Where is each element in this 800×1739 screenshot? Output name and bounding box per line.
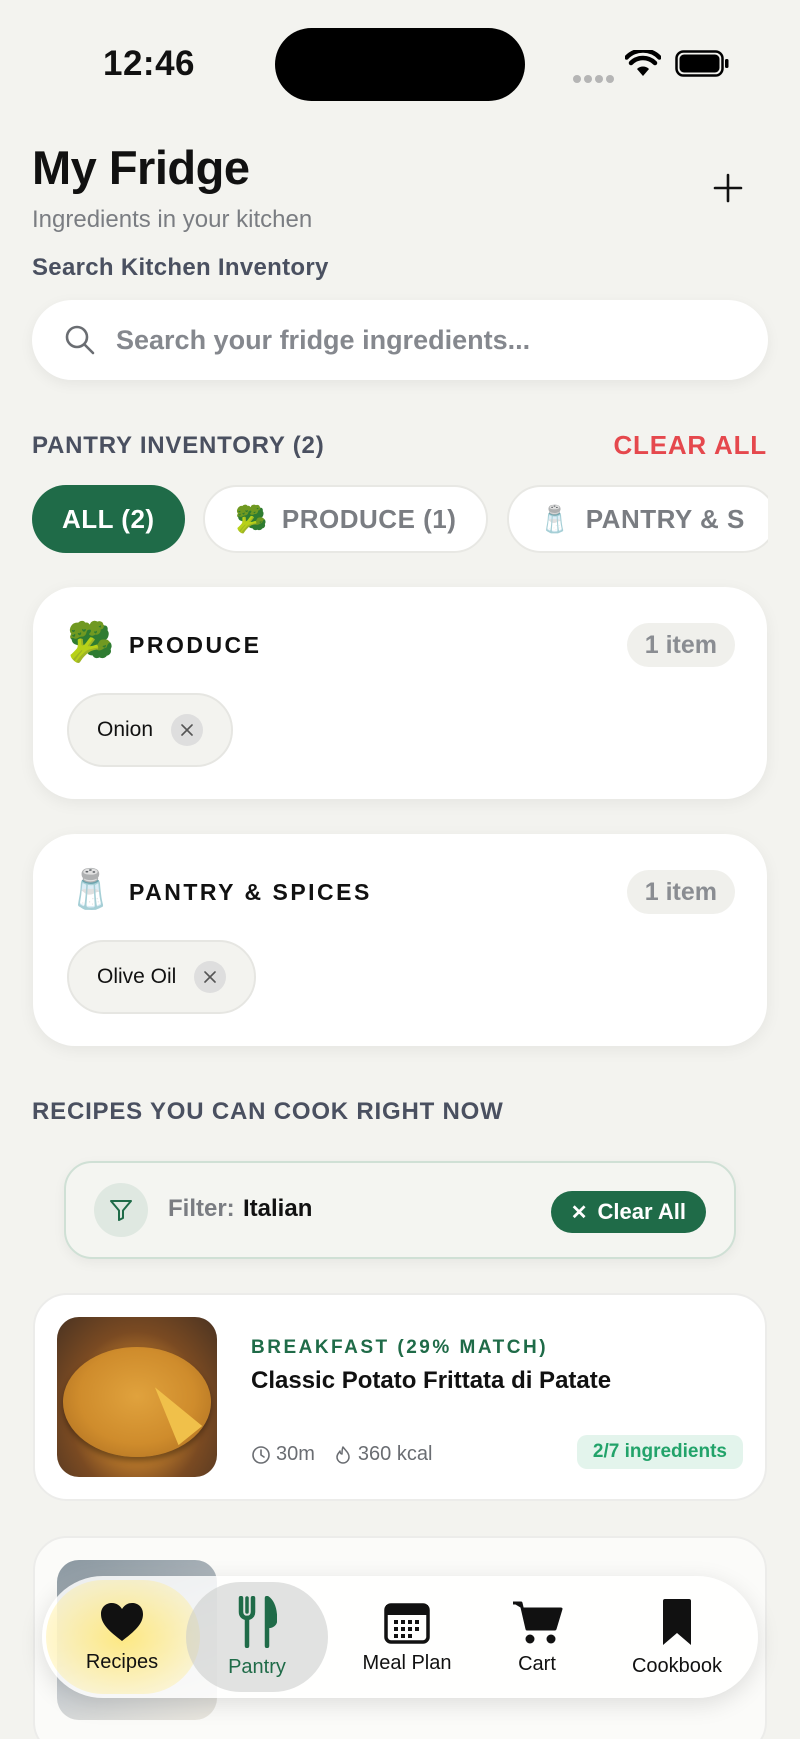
recipe-title: Classic Potato Frittata di Patate [251,1367,612,1394]
filter-label: Filter: [168,1195,235,1222]
chip-pantry-spices[interactable]: 🧂 PANTRY & S [506,485,768,553]
recipe-meta: 30m 360 kcal [251,1443,450,1466]
bottom-tab-bar: Recipes Pantry Meal Plan Cart Cookbook [42,1576,758,1698]
calendar-icon [384,1602,430,1644]
tab-pantry[interactable]: Pantry [182,1576,332,1698]
remove-ingredient-button[interactable] [194,961,227,993]
recipe-category: BREAKFAST (29% MATCH) [251,1337,549,1358]
tab-label: Recipes [85,1650,159,1673]
broccoli-icon: 🥦 [67,622,115,664]
salt-shaker-icon: 🧂 [538,503,572,534]
category-title: PANTRY & SPICES [129,879,372,905]
close-icon: ✕ [570,1201,588,1224]
add-ingredient-button[interactable] [708,168,748,208]
recipe-card[interactable]: BREAKFAST (29% MATCH) Classic Potato Fri… [33,1293,767,1501]
bookmark-icon [663,1598,691,1645]
category-count-badge: 1 item [626,870,735,914]
ingredient-name: Onion [97,718,154,741]
clear-all-inventory-button[interactable]: CLEAR ALL [613,430,767,461]
dynamic-island [275,28,525,101]
plus-icon [713,173,743,203]
recipe-image [57,1317,217,1477]
chip-label: PRODUCE (1) [281,503,457,534]
ingredient-pill: Onion [67,693,234,767]
search-label: Search Kitchen Inventory [32,254,329,281]
heart-icon [100,1602,143,1641]
search-icon [65,325,95,355]
recipes-section-title: RECIPES YOU CAN COOK RIGHT NOW [32,1098,504,1125]
fork-knife-icon [238,1595,277,1648]
ingredients-match-badge: 2/7 ingredients [576,1435,743,1469]
chip-produce[interactable]: 🥦 PRODUCE (1) [203,485,489,553]
tab-label: Cart [518,1652,556,1675]
filter-icon [110,1200,132,1221]
clear-filter-button[interactable]: ✕ Clear All [550,1191,706,1233]
status-bar: 12:46 [0,0,800,130]
cellular-signal-icon [573,70,617,88]
category-count-badge: 1 item [626,623,735,667]
tab-recipes[interactable]: Recipes [42,1576,202,1698]
category-title: PRODUCE [129,632,262,658]
close-icon [204,971,217,983]
category-card-pantry-spices: 🧂 PANTRY & SPICES 1 item Olive Oil [33,834,767,1046]
page-subtitle: Ingredients in your kitchen [32,206,313,233]
tab-meal-plan[interactable]: Meal Plan [332,1576,482,1698]
tab-label: Pantry [228,1655,286,1678]
chip-all[interactable]: ALL (2) [32,485,185,553]
close-icon [181,724,193,736]
flame-icon [336,1445,350,1464]
chip-label: PANTRY & S [585,503,745,534]
recipe-time: 30m [276,1443,315,1465]
tab-label: Cookbook [631,1654,723,1677]
pantry-inventory-title: PANTRY INVENTORY (2) [32,432,325,459]
tab-label: Meal Plan [362,1651,452,1674]
ingredient-pill: Olive Oil [67,940,257,1014]
search-input[interactable] [116,324,716,356]
search-box[interactable] [32,300,768,380]
clock-icon [252,1445,270,1464]
recipe-calories: 360 kcal [357,1443,433,1465]
clear-filter-label: Clear All [597,1199,686,1224]
filter-value: Italian [243,1195,313,1222]
salt-shaker-icon: 🧂 [67,869,115,911]
category-filter-chips: ALL (2) 🥦 PRODUCE (1) 🧂 PANTRY & S [32,485,768,555]
status-time: 12:46 [103,44,196,83]
filter-icon-button[interactable] [94,1183,148,1237]
cart-icon [513,1601,563,1643]
remove-ingredient-button[interactable] [171,714,204,746]
tab-cookbook[interactable]: Cookbook [602,1576,752,1698]
tab-cart[interactable]: Cart [482,1576,592,1698]
battery-icon [675,50,729,77]
chip-label: ALL (2) [62,503,155,534]
broccoli-icon: 🥦 [235,503,268,534]
category-card-produce: 🥦 PRODUCE 1 item Onion [33,587,767,799]
wifi-icon [625,50,661,76]
active-filter-bar: Filter: Italian ✕ Clear All [64,1161,736,1259]
page-title: My Fridge [32,141,250,194]
ingredient-name: Olive Oil [97,965,177,988]
